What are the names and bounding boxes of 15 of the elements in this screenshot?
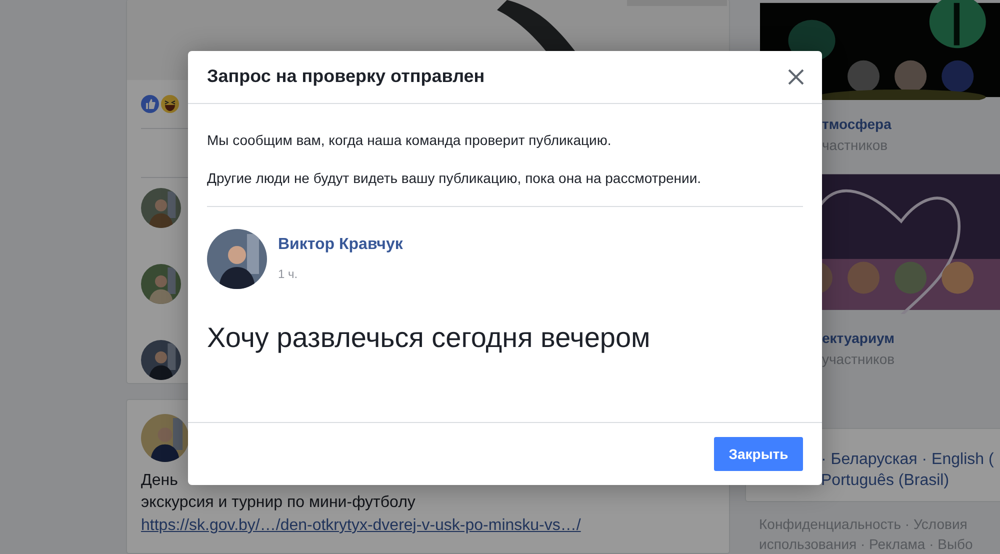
message-text: Мы сообщим вам, когда наша команда проверит публикацию. — [207, 131, 612, 150]
post-link[interactable]: https://sk.gov.by/…/den-otkrytyx-dverej-v-usk-po-minsku-vs…/ — [141, 517, 581, 534]
like-icon — [141, 95, 159, 113]
post-text: Хочу развлечься сегодня вечером — [207, 321, 652, 355]
post-text: экскурсия и турнир по мини-футболу — [141, 494, 416, 511]
close-icon[interactable] — [786, 67, 806, 87]
author-name[interactable]: Виктор Кравчук — [278, 233, 403, 257]
laughing-emoji-icon — [161, 95, 179, 113]
dialog-title: Запрос на проверку отправлен — [207, 66, 485, 88]
message-text: Другие люди не будут видеть вашу публикацию, пока она на рассмотрении. — [207, 169, 702, 188]
close-button[interactable]: Закрыть — [714, 437, 803, 471]
post-text: День — [141, 472, 178, 489]
language-links[interactable]: Português (Brasil) — [821, 470, 1000, 491]
post-time: 1 ч. — [278, 266, 299, 283]
language-links[interactable]: · Беларуская · English ( — [821, 449, 1000, 470]
